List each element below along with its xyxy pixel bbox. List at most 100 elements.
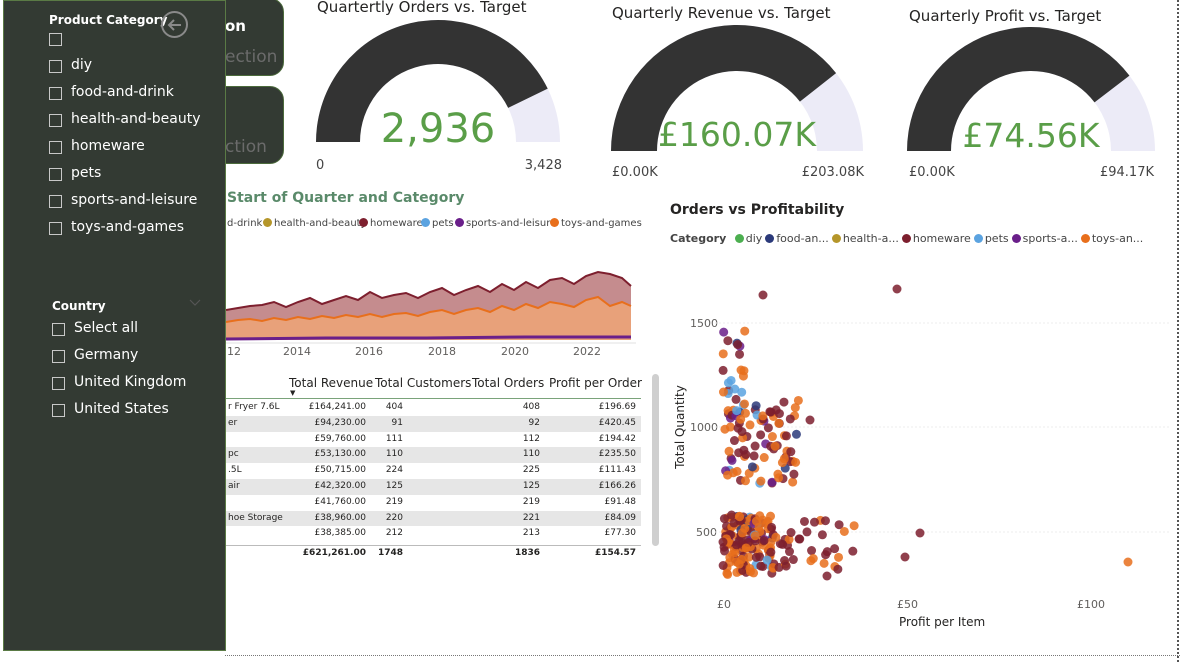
scatter-point xyxy=(758,290,768,300)
legend-item[interactable]: pets xyxy=(421,218,454,229)
scatter-legend-item[interactable]: diy xyxy=(734,232,763,245)
cell-ppo: £166.26 xyxy=(598,481,636,491)
scatter-point xyxy=(791,429,801,439)
legend-item[interactable]: toys-and-games xyxy=(550,218,642,229)
scatter-point xyxy=(778,539,788,549)
checkbox[interactable] xyxy=(49,33,62,46)
legend-label: sports-and-leisure xyxy=(466,218,557,229)
scatter-legend: Category diy food-an... health-a... homewar… xyxy=(670,232,1146,245)
legend-item[interactable]: d-drink xyxy=(227,218,262,229)
scatter-point xyxy=(915,528,925,538)
cell-orders: 213 xyxy=(522,528,540,539)
table-row[interactable]: £41,760.00 219 219 £91.48 xyxy=(226,495,641,511)
checkbox[interactable] xyxy=(49,195,62,208)
legend-item[interactable]: homeware xyxy=(359,218,423,229)
category-option-label: pets xyxy=(71,165,102,181)
table-row[interactable]: pc £53,130.00 110 110 £235.50 xyxy=(226,447,641,464)
checkbox[interactable] xyxy=(49,87,62,100)
scatter-point xyxy=(759,536,769,546)
gauge-profit-arc: £74.56K £0.00K £94.17K xyxy=(907,27,1155,180)
cell-customers: 91 xyxy=(391,417,403,428)
table-row[interactable]: £59,760.00 111 112 £194.42 xyxy=(226,432,641,448)
table-row[interactable]: r Fryer 7.6L £164,241.00 404 408 £196.69 xyxy=(226,400,641,416)
header-total-customers[interactable]: Total Customers xyxy=(375,376,471,390)
scatter-point xyxy=(740,326,750,336)
scatter-point xyxy=(735,349,745,359)
header-total-orders[interactable]: Total Orders xyxy=(472,376,544,390)
canvas-border-bottom xyxy=(225,655,1180,656)
canvas-border-right xyxy=(1177,0,1179,662)
scatter-point xyxy=(767,522,777,532)
legend-label: pets xyxy=(432,218,454,229)
scatter-legend-item[interactable]: sports-a... xyxy=(1011,232,1078,245)
scatter-legend-item[interactable]: pets xyxy=(973,232,1009,245)
cell-customers: 220 xyxy=(385,512,403,523)
scatter-point xyxy=(729,436,739,446)
checkbox[interactable] xyxy=(52,377,65,390)
back-arrow-icon xyxy=(167,19,181,31)
cell-customers: 111 xyxy=(385,433,403,444)
checkbox[interactable] xyxy=(52,323,65,336)
total-revenue: £621,261.00 xyxy=(302,548,366,559)
legend-label: diy xyxy=(745,232,763,245)
table-scrollbar[interactable] xyxy=(652,374,659,546)
scatter-point xyxy=(892,284,902,294)
table-row[interactable]: .5L £50,715.00 224 225 £111.43 xyxy=(226,463,641,479)
checkbox[interactable] xyxy=(49,60,62,73)
scatter-legend-item[interactable]: toys-an... xyxy=(1080,232,1143,245)
table-row[interactable]: er £94,230.00 91 92 £420.45 xyxy=(226,415,641,432)
header-divider xyxy=(226,398,641,399)
scatter-title: Orders vs Profitability xyxy=(670,202,845,218)
legend-item[interactable]: health-and-beauty xyxy=(263,218,367,229)
cell-revenue: £38,385.00 xyxy=(314,528,366,539)
gauge-value: £74.56K xyxy=(962,116,1100,155)
back-button[interactable] xyxy=(161,11,188,38)
scatter-point xyxy=(724,446,734,456)
scatter-point xyxy=(733,340,743,350)
header-profit-per-order[interactable]: Profit per Order xyxy=(549,376,642,390)
legend-label: homeware xyxy=(370,218,423,229)
scatter-point xyxy=(790,403,800,413)
scatter-point xyxy=(774,473,784,483)
scatter-point xyxy=(745,563,755,573)
scatter-point xyxy=(756,430,766,440)
scatter-legend-item[interactable]: health-a... xyxy=(831,232,899,245)
checkbox[interactable] xyxy=(52,404,65,417)
scatter-point xyxy=(807,546,817,556)
checkbox[interactable] xyxy=(49,168,62,181)
table-row[interactable]: £38,385.00 212 213 £77.30 xyxy=(226,526,641,542)
checkbox[interactable] xyxy=(52,350,65,363)
scatter-point xyxy=(735,512,745,522)
legend-dot xyxy=(455,218,464,227)
legend-item[interactable]: sports-and-leisure xyxy=(455,218,556,229)
scatter-point xyxy=(802,527,812,537)
table-row[interactable]: hoe Storage £38,960.00 220 221 £84.09 xyxy=(226,510,641,527)
category-option-label: diy xyxy=(71,57,93,73)
checkbox[interactable] xyxy=(49,141,62,154)
scatter-point xyxy=(822,571,832,581)
table-row[interactable]: air £42,320.00 125 125 £166.26 xyxy=(226,479,641,495)
x-tick: £0 xyxy=(717,598,731,611)
checkbox[interactable] xyxy=(49,114,62,127)
chevron-down-icon[interactable] xyxy=(189,299,201,307)
scatter-point xyxy=(771,405,781,415)
cell-customers: 224 xyxy=(385,465,403,476)
scatter-legend-item[interactable]: food-an... xyxy=(765,232,829,245)
country-option-label: United Kingdom xyxy=(74,374,187,390)
cell-revenue: £164,241.00 xyxy=(308,402,366,412)
legend-dot xyxy=(901,234,911,243)
scatter-point xyxy=(732,466,742,476)
header-total-revenue[interactable]: Total Revenue xyxy=(289,376,373,390)
country-option-label: Select all xyxy=(74,320,138,336)
x-tick: £50 xyxy=(897,598,918,611)
gauge-min-label: £0.00K xyxy=(612,165,658,180)
scatter-point xyxy=(774,418,784,428)
scatter-point xyxy=(789,469,799,479)
scatter-point xyxy=(805,415,815,425)
x-tick: 2014 xyxy=(283,345,311,358)
cell-orders: 92 xyxy=(528,417,540,428)
checkbox[interactable] xyxy=(49,222,62,235)
scatter-legend-item[interactable]: homeware xyxy=(901,232,971,245)
cell-ppo: £111.43 xyxy=(598,465,636,476)
scatter-point xyxy=(771,532,781,542)
